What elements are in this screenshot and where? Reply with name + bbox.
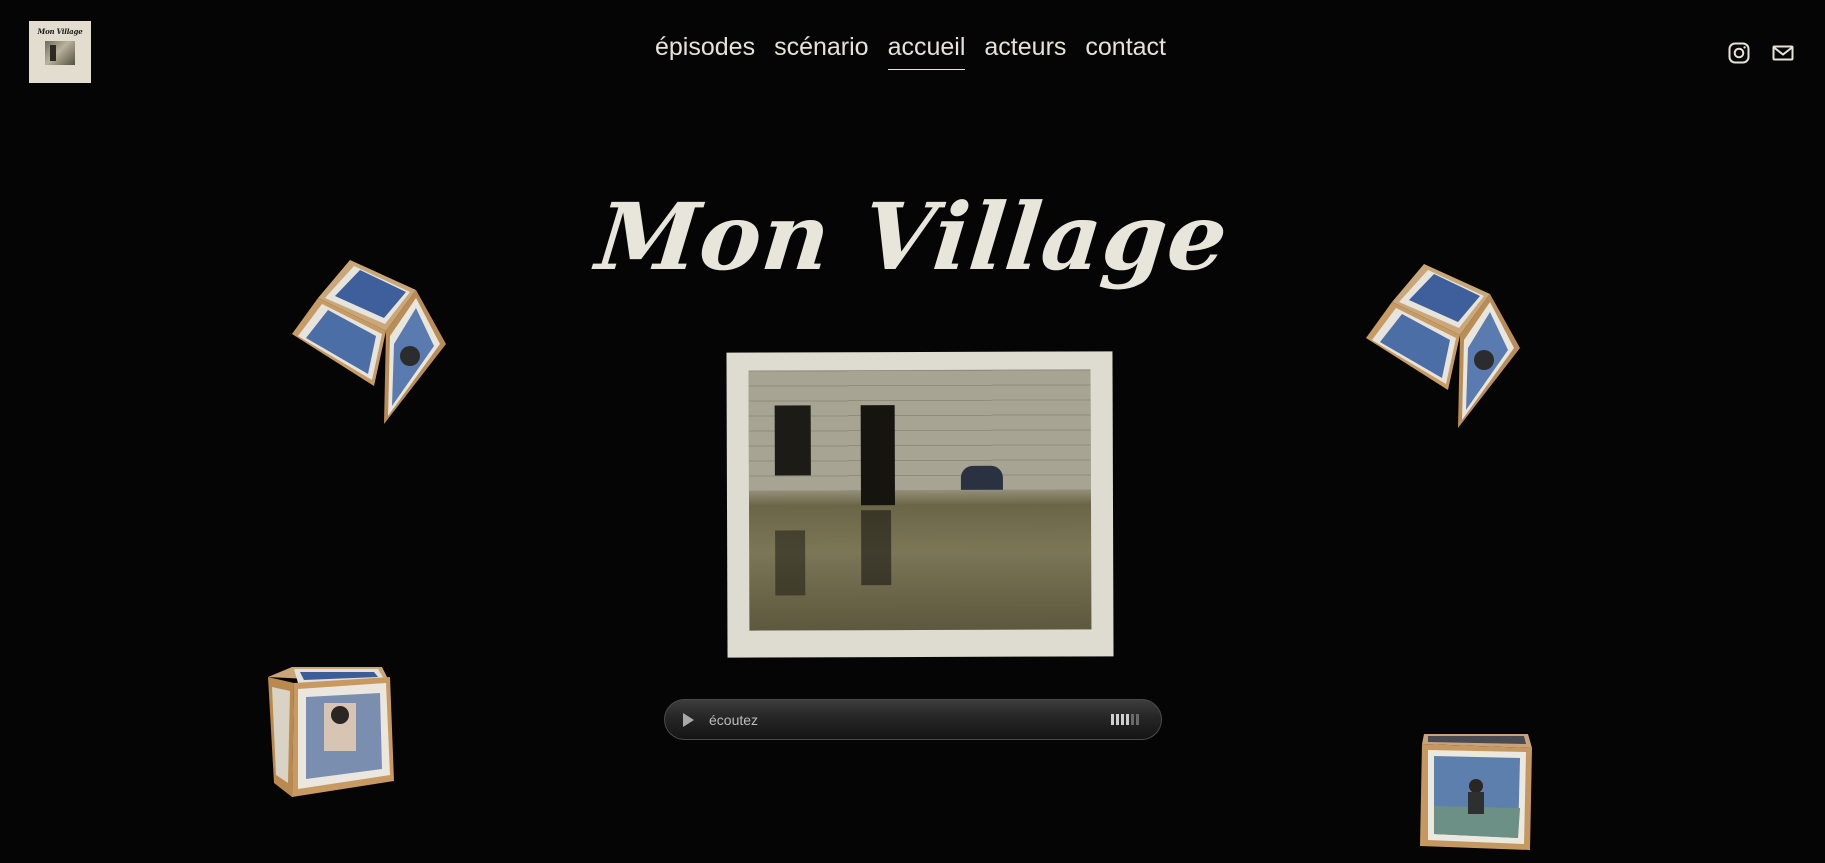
page-title: Mon Village — [591, 183, 1234, 291]
photo-cube-bottom-left — [268, 667, 394, 797]
nav-contact[interactable]: contact — [1085, 33, 1166, 70]
nav-episodes[interactable]: épisodes — [655, 33, 755, 70]
nav-acteurs[interactable]: acteurs — [984, 33, 1066, 70]
photo-cube-bottom-right — [1420, 734, 1532, 850]
volume-icon[interactable] — [1111, 714, 1139, 725]
audio-player-label: écoutez — [709, 712, 759, 728]
play-icon[interactable] — [683, 713, 694, 727]
photo-cube-top-left — [292, 260, 446, 424]
nav-scenario[interactable]: scénario — [774, 33, 869, 70]
featured-photo-frame — [726, 351, 1114, 658]
nav-accueil[interactable]: accueil — [887, 33, 966, 70]
photo-cube-top-right — [1366, 264, 1520, 428]
mail-icon[interactable] — [1772, 42, 1794, 64]
audio-player[interactable]: écoutez — [664, 699, 1162, 740]
instagram-icon[interactable] — [1728, 42, 1750, 64]
featured-photo — [748, 369, 1092, 631]
main-nav: épisodes scénario accueil acteurs contac… — [0, 33, 1825, 70]
